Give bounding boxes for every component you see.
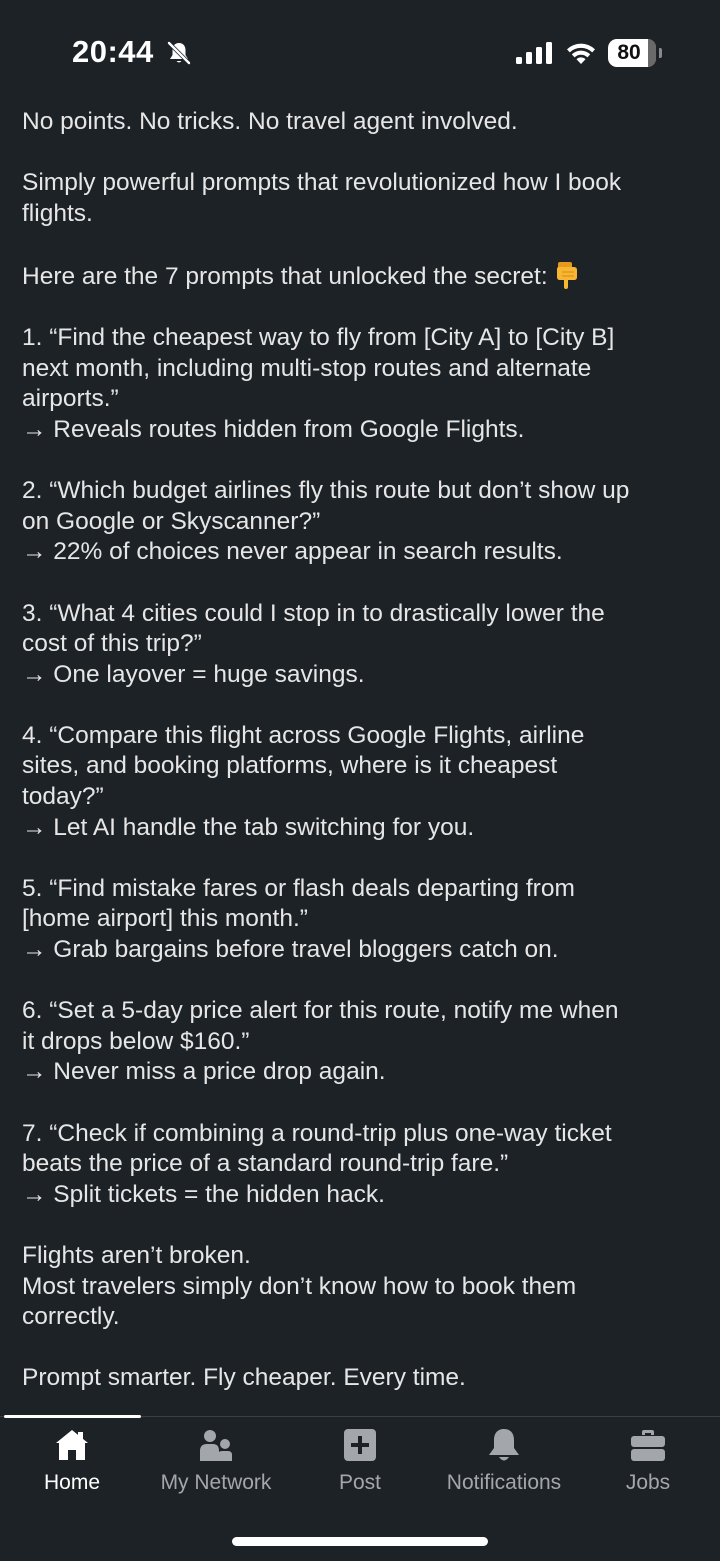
post-paragraph: No points. No tricks. No travel agent in… [22,107,702,138]
post-paragraph: Here are the 7 prompts that unlocked the… [22,260,702,293]
post-line: next month, including multi-stop routes … [22,354,592,382]
post-line: Flights aren’t broken. [22,1241,251,1269]
post-paragraph: 7. “Check if combining a round-trip plus… [22,1119,702,1211]
post-line: No points. No tricks. No travel agent in… [22,108,518,135]
post-paragraph: Prompt smarter. Fly cheaper. Every time. [22,1363,702,1394]
nav-item-post[interactable]: Post [288,1417,432,1507]
nav-label-post: Post [338,1471,382,1494]
battery-level: 80 [617,41,641,64]
bell-off-icon [167,41,191,65]
post-line: Most travelers simply don’t know how to … [22,1272,577,1300]
post-line: → Never miss a price drop again. [22,1058,386,1086]
nav-item-jobs[interactable]: Jobs [576,1417,720,1507]
post-line: airports.” [22,385,119,413]
post-line: 5. “Find mistake fares or flash deals de… [22,874,575,902]
post-line: → Let AI handle the tab switching for yo… [22,813,475,841]
post-line: [home airport] this month.” [22,905,308,933]
home-indicator[interactable] [232,1537,488,1546]
post-line: → Split tickets = the hidden hack. [22,1180,385,1208]
briefcase-icon [631,1430,665,1461]
battery-icon: 80 [608,39,662,67]
post-line: it drops below $160.” [22,1027,250,1055]
nav-item-my-network[interactable]: My Network [144,1417,288,1507]
status-time: 20:44 [72,34,154,69]
post-line: 6. “Set a 5-day price alert for this rou… [22,997,619,1025]
post-line: sites, and booking platforms, where is i… [22,752,558,780]
post-paragraph: 4. “Compare this flight across Google Fl… [22,721,702,843]
post-paragraph: 2. “Which budget airlines fly this route… [22,476,702,568]
bottom-nav: Home My Network Post Notifications Jobs [0,1417,720,1507]
pointing-down-emoji-icon [556,261,577,289]
post-line: 1. “Find the cheapest way to fly from [C… [22,324,615,352]
post-line: 2. “Which budget airlines fly this route… [22,477,630,505]
post-line: → 22% of choices never appear in search … [22,538,563,566]
post-line: Here are the 7 prompts that unlocked the… [22,260,702,293]
post-line: beats the price of a standard round-trip… [22,1150,509,1178]
post-line: → Grab bargains before travel bloggers c… [22,936,559,964]
network-icon [200,1430,232,1461]
nav-label-my-network: My Network [160,1471,272,1494]
post-paragraph: 3. “What 4 cities could I stop in to dra… [22,599,702,691]
post-body: No points. No tricks. No travel agent in… [22,107,702,1425]
post-paragraph: Simply powerful prompts that revolutioni… [22,168,702,229]
nav-item-notifications[interactable]: Notifications [432,1417,576,1507]
post-line: 4. “Compare this flight across Google Fl… [22,721,585,749]
wifi-icon [567,43,595,64]
post-line: 3. “What 4 cities could I stop in to dra… [22,599,605,627]
post-line: cost of this trip?” [22,630,202,658]
post-paragraph: 1. “Find the cheapest way to fly from [C… [22,323,702,445]
post-line: on Google or Skyscanner?” [22,507,321,535]
post-line: → Reveals routes hidden from Google Flig… [22,415,525,443]
post-line: today?” [22,783,104,811]
post-line: flights. [22,199,93,227]
home-icon [56,1430,88,1460]
post-line: 7. “Check if combining a round-trip plus… [22,1119,612,1147]
nav-label-notifications: Notifications [446,1471,562,1494]
post-paragraph: Flights aren’t broken. Most travelers sim… [22,1241,702,1333]
post-paragraph: 6. “Set a 5-day price alert for this rou… [22,996,702,1088]
post-paragraph: 5. “Find mistake fares or flash deals de… [22,874,702,966]
nav-item-home[interactable]: Home [0,1417,144,1507]
post-line: Prompt smarter. Fly cheaper. Every time. [22,1364,466,1392]
post-line: Simply powerful prompts that revolutioni… [22,169,622,197]
post-line: → One layover = huge savings. [22,660,365,688]
bell-icon [489,1429,519,1461]
nav-label-home: Home [43,1471,101,1494]
post-plus-icon [344,1429,376,1461]
post-line: correctly. [22,1303,120,1331]
status-bar: 20:44 80 [0,0,720,100]
nav-label-jobs: Jobs [625,1471,671,1494]
cellular-signal-icon [516,42,552,64]
